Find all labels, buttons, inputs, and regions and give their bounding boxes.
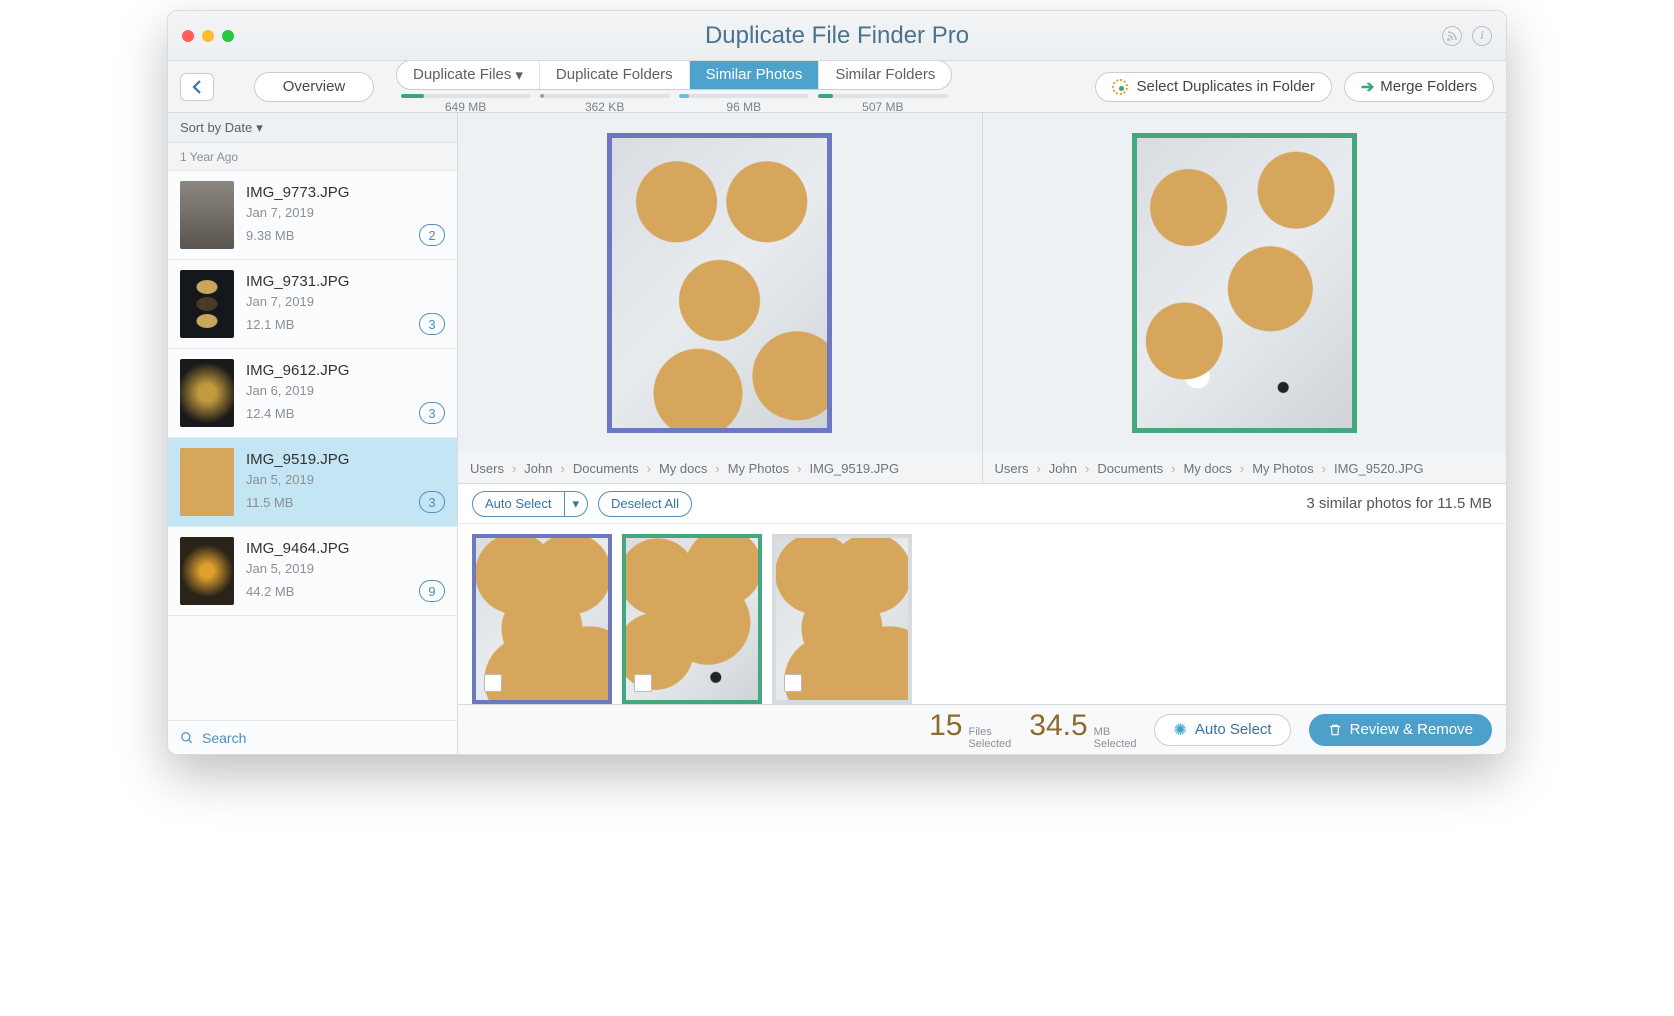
breadcrumb-left[interactable]: Users›John›Documents›My docs›My Photos›I… — [458, 453, 982, 483]
app-title: Duplicate File Finder Pro — [168, 22, 1506, 50]
thumbnail — [180, 270, 234, 338]
count-badge: 3 — [419, 491, 445, 513]
thumbnail — [180, 181, 234, 249]
overview-button[interactable]: Overview — [254, 72, 374, 102]
count-badge: 3 — [419, 402, 445, 424]
file-size: 12.4 MB — [246, 406, 294, 421]
thumbnails-strip — [458, 524, 1506, 704]
titlebar: Duplicate File Finder Pro i — [168, 11, 1506, 61]
preview-image-left[interactable] — [607, 133, 832, 433]
compare-pane-left: Users›John›Documents›My docs›My Photos›I… — [458, 113, 983, 483]
list-item[interactable]: IMG_9612.JPG Jan 6, 2019 12.4 MB 3 — [168, 349, 457, 438]
info-icon[interactable]: i — [1472, 26, 1492, 46]
list-item[interactable]: IMG_9464.JPG Jan 5, 2019 44.2 MB 9 — [168, 527, 457, 616]
category-tabs: Duplicate Files▾Duplicate FoldersSimilar… — [396, 60, 952, 90]
footer: 15 FilesSelected 34.5 MBSelected ✺ Auto … — [458, 704, 1506, 754]
chevron-down-icon: ▾ — [256, 120, 263, 136]
tab-similar-photos[interactable]: Similar Photos — [690, 61, 820, 89]
file-name: IMG_9612.JPG — [246, 362, 445, 379]
list-item[interactable]: IMG_9773.JPG Jan 7, 2019 9.38 MB 2 — [168, 171, 457, 260]
chevron-down-icon: ▾ — [515, 66, 523, 84]
search-field[interactable]: Search — [168, 720, 457, 754]
auto-select-button[interactable]: Auto Select — [472, 491, 565, 517]
strip-summary: 3 similar photos for 11.5 MB — [1306, 495, 1492, 512]
target-icon — [1112, 79, 1128, 95]
tab-duplicate-files[interactable]: Duplicate Files▾ — [397, 61, 540, 89]
count-badge: 2 — [419, 224, 445, 246]
list-item[interactable]: IMG_9731.JPG Jan 7, 2019 12.1 MB 3 — [168, 260, 457, 349]
file-size: 9.38 MB — [246, 228, 294, 243]
tab-size-label: 507 MB — [862, 100, 903, 114]
review-remove-button[interactable]: Review & Remove — [1309, 714, 1492, 746]
traffic-lights — [182, 30, 234, 42]
strip-thumbnail[interactable] — [622, 534, 762, 704]
tab-similar-folders[interactable]: Similar Folders — [819, 61, 951, 89]
file-size: 11.5 MB — [246, 495, 293, 510]
select-duplicates-label: Select Duplicates in Folder — [1136, 78, 1314, 95]
merge-folders-button[interactable]: ➔ Merge Folders — [1344, 72, 1494, 102]
tab-size-label: 649 MB — [445, 100, 486, 114]
file-size: 12.1 MB — [246, 317, 294, 332]
trash-icon — [1328, 723, 1342, 737]
files-selected-stat: 15 FilesSelected — [929, 709, 1011, 750]
preview-image-right[interactable] — [1132, 133, 1357, 433]
search-label: Search — [202, 730, 246, 746]
thumbnail — [180, 537, 234, 605]
main-panel: Users›John›Documents›My docs›My Photos›I… — [458, 113, 1506, 754]
strip-thumbnail[interactable] — [472, 534, 612, 704]
search-icon — [180, 731, 194, 745]
file-size: 44.2 MB — [246, 584, 294, 599]
sort-dropdown[interactable]: Sort by Date ▾ — [168, 113, 457, 143]
file-name: IMG_9731.JPG — [246, 273, 445, 290]
minimize-window-icon[interactable] — [202, 30, 214, 42]
sort-label: Sort by Date — [180, 120, 252, 135]
thumbnail — [180, 448, 234, 516]
file-name: IMG_9464.JPG — [246, 540, 445, 557]
tab-size-label: 96 MB — [726, 100, 761, 114]
merge-icon: ➔ — [1361, 77, 1372, 97]
count-badge: 3 — [419, 313, 445, 335]
mb-count: 34.5 — [1029, 709, 1087, 743]
sparkle-icon: ✺ — [1173, 720, 1186, 740]
checkbox[interactable] — [634, 674, 652, 692]
compare-view: Users›John›Documents›My docs›My Photos›I… — [458, 113, 1506, 484]
tab-duplicate-folders[interactable]: Duplicate Folders — [540, 61, 690, 89]
toolbar: Overview Duplicate Files▾Duplicate Folde… — [168, 61, 1506, 113]
thumbnail — [180, 359, 234, 427]
auto-select-dropdown[interactable]: ▾ — [565, 491, 589, 517]
rss-icon[interactable] — [1442, 26, 1462, 46]
breadcrumb-right[interactable]: Users›John›Documents›My docs›My Photos›I… — [983, 453, 1507, 483]
strip-thumbnail[interactable] — [772, 534, 912, 704]
file-date: Jan 6, 2019 — [246, 383, 445, 398]
compare-pane-right: Users›John›Documents›My docs›My Photos›I… — [983, 113, 1507, 483]
auto-select-split: Auto Select ▾ — [472, 491, 588, 517]
zoom-window-icon[interactable] — [222, 30, 234, 42]
select-duplicates-button[interactable]: Select Duplicates in Folder — [1095, 72, 1331, 102]
app-window: Duplicate File Finder Pro i Overview Dup… — [167, 10, 1507, 755]
tab-size-label: 362 KB — [585, 100, 624, 114]
sidebar: Sort by Date ▾ 1 Year Ago IMG_9773.JPG Ja… — [168, 113, 458, 754]
section-header: 1 Year Ago — [168, 143, 457, 171]
list-item[interactable]: IMG_9519.JPG Jan 5, 2019 11.5 MB 3 — [168, 438, 457, 527]
strip-toolbar: Auto Select ▾ Deselect All 3 similar pho… — [458, 484, 1506, 524]
deselect-all-button[interactable]: Deselect All — [598, 491, 692, 517]
file-date: Jan 5, 2019 — [246, 472, 445, 487]
footer-auto-select-button[interactable]: ✺ Auto Select — [1154, 714, 1290, 746]
mb-selected-stat: 34.5 MBSelected — [1029, 709, 1136, 750]
merge-folders-label: Merge Folders — [1380, 78, 1477, 95]
file-list: IMG_9773.JPG Jan 7, 2019 9.38 MB 2 IMG_9731.… — [168, 171, 457, 720]
close-window-icon[interactable] — [182, 30, 194, 42]
file-name: IMG_9773.JPG — [246, 184, 445, 201]
checkbox[interactable] — [484, 674, 502, 692]
back-button[interactable] — [180, 73, 214, 101]
count-badge: 9 — [419, 580, 445, 602]
file-date: Jan 7, 2019 — [246, 294, 445, 309]
files-count: 15 — [929, 709, 962, 743]
file-date: Jan 7, 2019 — [246, 205, 445, 220]
checkbox[interactable] — [784, 674, 802, 692]
file-date: Jan 5, 2019 — [246, 561, 445, 576]
file-name: IMG_9519.JPG — [246, 451, 445, 468]
